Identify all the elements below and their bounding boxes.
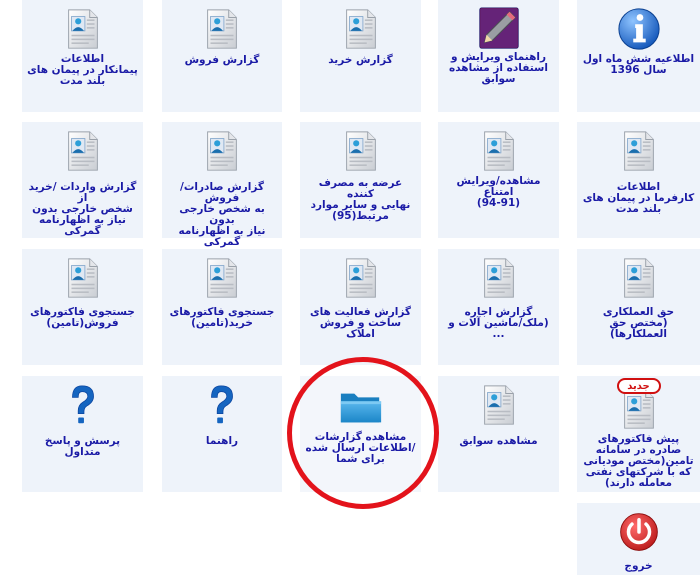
tile-label: اطلاعات پیمانکار در پیمان های بلند مدت [27, 53, 138, 87]
tile-label: حق العملکاری (مختص حق العملکارها) [602, 306, 675, 340]
document-person-icon [337, 255, 385, 301]
tile-view-received-reports[interactable]: مشاهده گزارشات/اطلاعات ارسال شده برای شما [300, 376, 421, 492]
question-mark-icon [198, 382, 246, 428]
pencil-book-icon [475, 6, 523, 52]
tile-label: گزارش صادرات/فروش به شخص خارجی بدون نیاز ب… [178, 181, 266, 248]
tile-history-guide[interactable]: راهنمای ویرایش و استفاده از مشاهده سوابق [438, 0, 559, 112]
tile-label: مشاهده/ویرایش امتناع (94-91) [456, 175, 541, 209]
tile-view-history[interactable]: مشاهده سوابق [438, 376, 559, 492]
tile-label: اطلاعیه شش ماه اول سال 1396 [582, 53, 695, 76]
document-person-icon [198, 128, 246, 174]
tile-export-report[interactable]: گزارش صادرات/فروش به شخص خارجی بدون نیاز ب… [162, 122, 282, 248]
tile-label: مشاهده گزارشات/اطلاعات ارسال شده برای شما [305, 431, 416, 465]
tile-label: گزارش اجاره (ملک/ماشین آلات و... [448, 306, 549, 340]
power-icon [617, 511, 661, 553]
document-person-icon [475, 382, 523, 428]
document-person-icon [59, 255, 107, 301]
document-person-icon [198, 255, 246, 301]
tile-consumer-supply[interactable]: عرضه به مصرف کننده نهایی و سایر موارد مرتب… [300, 122, 421, 238]
folder-icon [337, 384, 385, 430]
tile-employer-info[interactable]: اطلاعات کارفرما در پیمان های بلند مدت [577, 122, 700, 238]
tile-lease-report[interactable]: گزارش اجاره (ملک/ماشین آلات و... [438, 249, 559, 365]
tile-label: عرضه به مصرف کننده نهایی و سایر موارد مرتب… [310, 177, 411, 222]
tile-faq[interactable]: پرسش و پاسخ متداول [22, 376, 143, 492]
tile-search-sales-invoices[interactable]: جستجوی فاکتورهای فروش(تامین) [22, 249, 143, 365]
tile-label: گزارش واردات /خرید از شخص خارجی بدون نیاز … [28, 181, 137, 237]
tile-label: راهنما [205, 435, 239, 447]
tile-label: گزارش فروش [184, 54, 260, 66]
tile-proforma-invoices[interactable]: جدید پیش فاکتورهای صادره در سامانه تامین(م… [577, 376, 700, 492]
tile-commission[interactable]: حق العملکاری (مختص حق العملکارها) [577, 249, 700, 365]
question-mark-icon [59, 382, 107, 428]
tile-label: پرسش و پاسخ متداول [44, 435, 121, 458]
tile-contractor-info[interactable]: اطلاعات پیمانکار در پیمان های بلند مدت [22, 0, 143, 112]
tile-logout[interactable]: خروج [577, 503, 700, 575]
tile-announcement[interactable]: اطلاعیه شش ماه اول سال 1396 [577, 0, 700, 112]
document-person-icon [198, 6, 246, 52]
tile-label: اطلاعات کارفرما در پیمان های بلند مدت [582, 181, 695, 215]
new-badge: جدید [616, 378, 661, 394]
tile-label: مشاهده سوابق [459, 435, 538, 447]
tile-refusal-edit[interactable]: مشاهده/ویرایش امتناع (94-91) [438, 122, 559, 238]
document-person-icon [615, 128, 663, 174]
document-person-icon [59, 128, 107, 174]
tile-purchase-report[interactable]: گزارش خرید [300, 0, 421, 112]
document-person-icon [475, 128, 523, 174]
info-icon [615, 6, 663, 52]
tile-label: گزارش خرید [328, 54, 393, 66]
tile-real-estate-report[interactable]: گزارش فعالیت های ساخت و فروش املاک [300, 249, 421, 365]
tile-label: پیش فاکتورهای صادره در سامانه تامین(مختص م… [583, 433, 694, 489]
tile-label: جستجوی فاکتورهای فروش(تامین) [30, 306, 135, 329]
document-person-icon [59, 6, 107, 52]
document-person-icon [475, 255, 523, 301]
tile-sales-report[interactable]: گزارش فروش [162, 0, 282, 112]
tile-label: خروج [624, 560, 653, 572]
tile-label: گزارش فعالیت های ساخت و فروش املاک [309, 306, 412, 340]
tile-search-purchase-invoices[interactable]: جستجوی فاکتورهای خرید(تامین) [162, 249, 282, 365]
tile-label: راهنمای ویرایش و استفاده از مشاهده سوابق [449, 51, 548, 85]
document-person-icon [615, 255, 663, 301]
tile-label: جستجوی فاکتورهای خرید(تامین) [169, 306, 275, 329]
document-person-icon [337, 128, 385, 174]
tile-help[interactable]: راهنما [162, 376, 282, 492]
tile-import-report[interactable]: گزارش واردات /خرید از شخص خارجی بدون نیاز … [22, 122, 143, 238]
document-person-icon [337, 6, 385, 52]
